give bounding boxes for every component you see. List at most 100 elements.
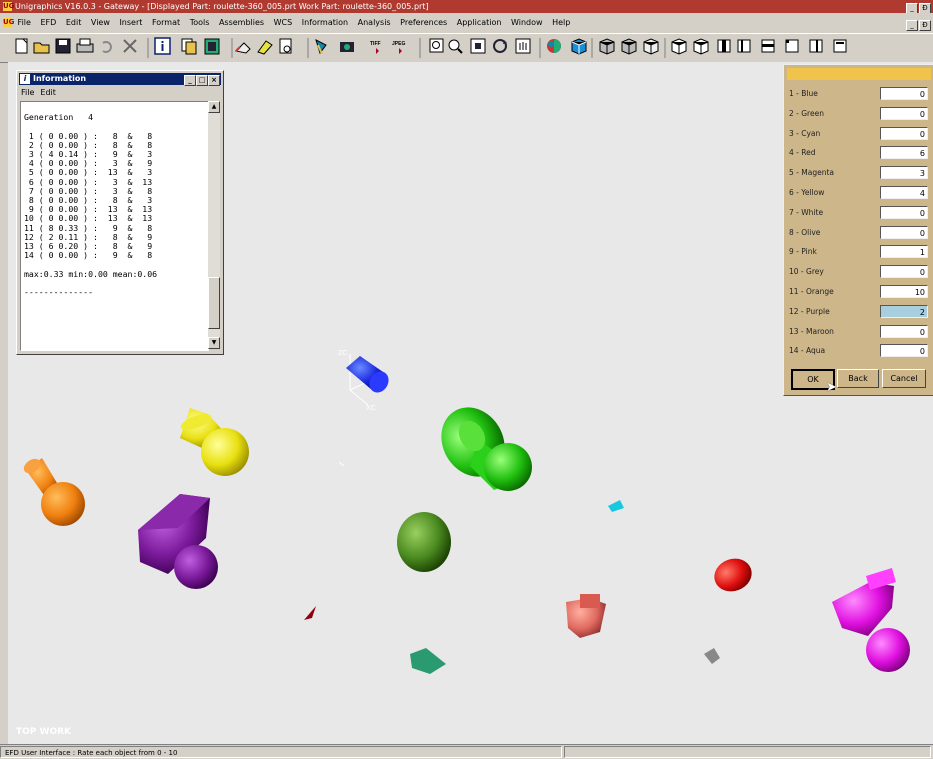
view-bottom-icon[interactable] (737, 39, 751, 53)
rating-row-label: 13 - Maroon (789, 326, 834, 336)
menu-insert[interactable]: Insert (119, 13, 142, 33)
rotate-icon[interactable] (493, 39, 507, 53)
restore-button[interactable]: Ɖ (919, 3, 931, 13)
doc-restore-button[interactable]: Ɖ (919, 20, 931, 31)
preview-icon[interactable] (279, 38, 292, 54)
object-olive[interactable] (397, 512, 451, 572)
rating-value-field[interactable]: 0 (880, 205, 928, 219)
rating-value-field[interactable]: 3 (880, 166, 928, 180)
menu-file[interactable]: File (18, 13, 31, 33)
info-maximize-button[interactable]: □ (196, 75, 208, 86)
copy-icon[interactable] (181, 38, 197, 55)
rating-value-field[interactable]: 1 (880, 245, 928, 259)
rating-value-field[interactable]: 2 (880, 304, 928, 318)
zoom-window-icon[interactable] (429, 38, 444, 53)
menu-analysis[interactable]: Analysis (358, 13, 391, 33)
highlight-icon[interactable] (257, 40, 273, 55)
info-icon[interactable] (154, 37, 171, 55)
rating-value-field[interactable]: 4 (880, 186, 928, 199)
app-logo-icon: UG (3, 18, 15, 27)
rating-value-field[interactable]: 0 (880, 344, 928, 358)
rating-row-label: 10 - Grey (789, 267, 824, 277)
camera-icon[interactable] (340, 42, 354, 52)
object-magenta[interactable] (832, 568, 910, 672)
cut-icon[interactable] (123, 39, 137, 53)
menu-preferences[interactable]: Preferences (400, 13, 447, 33)
view-right-icon[interactable] (671, 38, 687, 55)
information-scrollbar[interactable]: ▲ ▼ (208, 101, 220, 349)
zoom-icon[interactable] (448, 39, 463, 54)
open-file-icon[interactable] (33, 42, 50, 54)
info-minimize-button[interactable]: _ (184, 75, 196, 86)
info-close-button[interactable]: × (208, 75, 220, 86)
new-file-icon[interactable] (15, 38, 28, 54)
menu-assemblies[interactable]: Assemblies (219, 13, 264, 33)
view-front-icon[interactable] (643, 38, 659, 55)
scroll-down-arrow-icon[interactable]: ▼ (208, 337, 220, 349)
minimize-button[interactable]: _ (906, 3, 918, 13)
menu-information[interactable]: Information (302, 13, 348, 33)
menu-application[interactable]: Application (457, 13, 502, 33)
object-maroon[interactable] (304, 606, 316, 620)
info-menu-edit[interactable]: Edit (40, 88, 56, 97)
object-purple[interactable] (138, 494, 218, 589)
render-icon[interactable] (315, 39, 327, 55)
info-menu-file[interactable]: File (21, 88, 34, 97)
object-cyan[interactable] (608, 500, 624, 512)
rating-value-field[interactable]: 0 (880, 225, 928, 239)
information-text-area[interactable]: Generation 4 1 ( 0 0.00 ) : 8 & 8 2 ( 0 … (20, 101, 209, 351)
scroll-up-arrow-icon[interactable]: ▲ (208, 101, 220, 113)
undo-icon[interactable] (102, 41, 112, 53)
save-icon[interactable] (55, 38, 71, 54)
object-orange[interactable] (21, 456, 85, 526)
menu-format[interactable]: Format (152, 13, 180, 33)
rating-value-field[interactable]: 10 (880, 285, 928, 298)
view-left-icon[interactable] (717, 39, 731, 53)
menu-wcs[interactable]: WCS (274, 13, 293, 33)
doc-minimize-button[interactable]: _ (906, 20, 918, 31)
jpeg-export-icon[interactable]: JPEG (392, 41, 405, 54)
tiff-export-icon[interactable]: TIFF (370, 41, 381, 54)
menu-help[interactable]: Help (552, 13, 570, 33)
rating-value-field[interactable]: 0 (880, 126, 928, 140)
shade-icon[interactable] (547, 39, 561, 53)
pan-icon[interactable] (515, 38, 531, 54)
object-yellow[interactable] (179, 408, 249, 476)
view-end-icon[interactable] (833, 39, 847, 53)
rating-value-field[interactable]: 0 (880, 324, 928, 338)
paste-icon[interactable] (204, 38, 220, 55)
status-bar: EFD User Interface : Rate each object fr… (0, 744, 933, 758)
wcs-xc-label: XC (366, 405, 376, 412)
view-iso-icon[interactable] (599, 38, 615, 55)
rating-value-field[interactable]: 0 (880, 106, 928, 120)
menu-tools[interactable]: Tools (190, 13, 210, 33)
menu-efd[interactable]: EFD (40, 13, 56, 33)
scroll-thumb[interactable] (208, 277, 220, 329)
rating-value-field[interactable]: 6 (880, 146, 928, 160)
menu-view[interactable]: View (91, 13, 110, 33)
print-icon[interactable] (76, 38, 94, 53)
menu-window[interactable]: Window (511, 13, 543, 33)
rating-value-field[interactable]: 0 (880, 87, 928, 100)
view-3d-icon[interactable] (785, 39, 799, 53)
object-red[interactable] (710, 553, 757, 596)
fit-icon[interactable] (470, 38, 486, 54)
eraser-icon[interactable] (234, 42, 251, 54)
object-grey[interactable] (704, 648, 720, 664)
object-pink[interactable] (566, 594, 606, 638)
cancel-button[interactable]: Cancel (882, 369, 926, 388)
object-green[interactable] (429, 396, 532, 491)
rating-row: 7 - White 0 (789, 204, 933, 224)
rating-value-field[interactable]: 0 (880, 265, 928, 279)
menu-edit[interactable]: Edit (66, 13, 82, 33)
view-top-icon[interactable] (693, 38, 709, 55)
object-blue[interactable] (346, 356, 392, 396)
rating-row-label: 1 - Blue (789, 89, 818, 98)
view-tfr-icon[interactable] (621, 38, 637, 55)
cube-icon[interactable] (571, 38, 587, 55)
object-aqua[interactable] (410, 648, 446, 674)
information-titlebar[interactable]: i Information _ □ × (19, 73, 221, 86)
back-button[interactable]: Back (837, 369, 879, 388)
view-2d-icon[interactable] (809, 39, 823, 53)
view-back-icon[interactable] (761, 39, 775, 53)
